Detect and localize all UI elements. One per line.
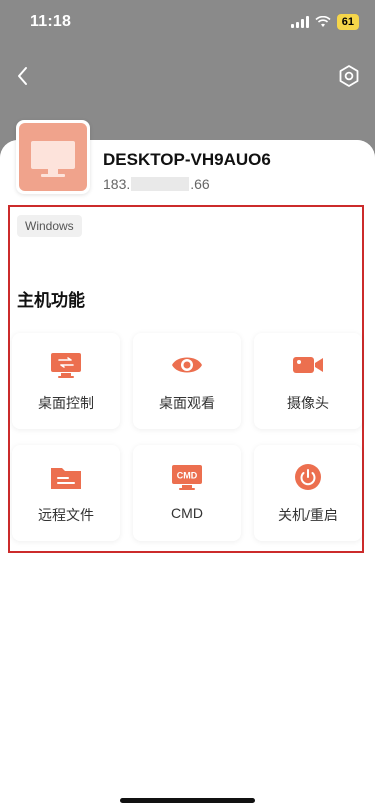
function-label: CMD [171, 505, 203, 521]
function-grid: 桌面控制 桌面观看 摄像头 远程文件 CMD CMD 关机/重启 [12, 333, 362, 543]
navigation-bar [0, 58, 375, 94]
function-power[interactable]: 关机/重启 [254, 445, 362, 541]
status-icons: 61 [290, 14, 359, 30]
camera-icon [293, 357, 323, 373]
function-label: 桌面控制 [38, 395, 94, 411]
function-camera[interactable]: 摄像头 [254, 333, 362, 429]
ip-prefix: 183. [103, 176, 131, 192]
settings-button[interactable] [333, 60, 365, 92]
function-desktop-control[interactable]: 桌面控制 [12, 333, 120, 429]
status-bar: 11:18 61 [0, 0, 375, 44]
desktop-control-icon [51, 353, 81, 378]
cmd-icon: CMD [172, 465, 202, 490]
home-indicator [120, 798, 255, 803]
folder-icon [51, 468, 81, 489]
cmd-icon-text: CMD [177, 471, 198, 481]
gear-icon [339, 65, 359, 87]
function-cmd[interactable]: CMD CMD [133, 445, 241, 541]
battery-badge: 61 [336, 14, 359, 30]
status-time: 11:18 [30, 13, 72, 30]
signal-icon [290, 16, 309, 28]
eye-icon [172, 357, 202, 373]
wifi-icon [315, 16, 331, 27]
function-label: 摄像头 [287, 395, 329, 411]
function-desktop-view[interactable]: 桌面观看 [133, 333, 241, 429]
function-label: 关机/重启 [278, 507, 338, 523]
os-tag: Windows [17, 215, 82, 237]
device-avatar [16, 120, 90, 194]
ip-suffix: .66 [190, 176, 210, 192]
power-icon [295, 464, 321, 490]
monitor-icon [31, 141, 75, 177]
back-button[interactable] [12, 60, 40, 92]
function-label: 桌面观看 [159, 395, 215, 411]
function-remote-files[interactable]: 远程文件 [12, 445, 120, 541]
device-ip: 183. .66 [103, 176, 210, 192]
ip-redaction [131, 177, 190, 191]
device-name: DESKTOP-VH9AUO6 [103, 150, 271, 169]
function-label: 远程文件 [38, 507, 94, 523]
section-title: 主机功能 [17, 291, 85, 310]
avatar [19, 123, 87, 191]
chevron-left-icon [18, 67, 27, 85]
